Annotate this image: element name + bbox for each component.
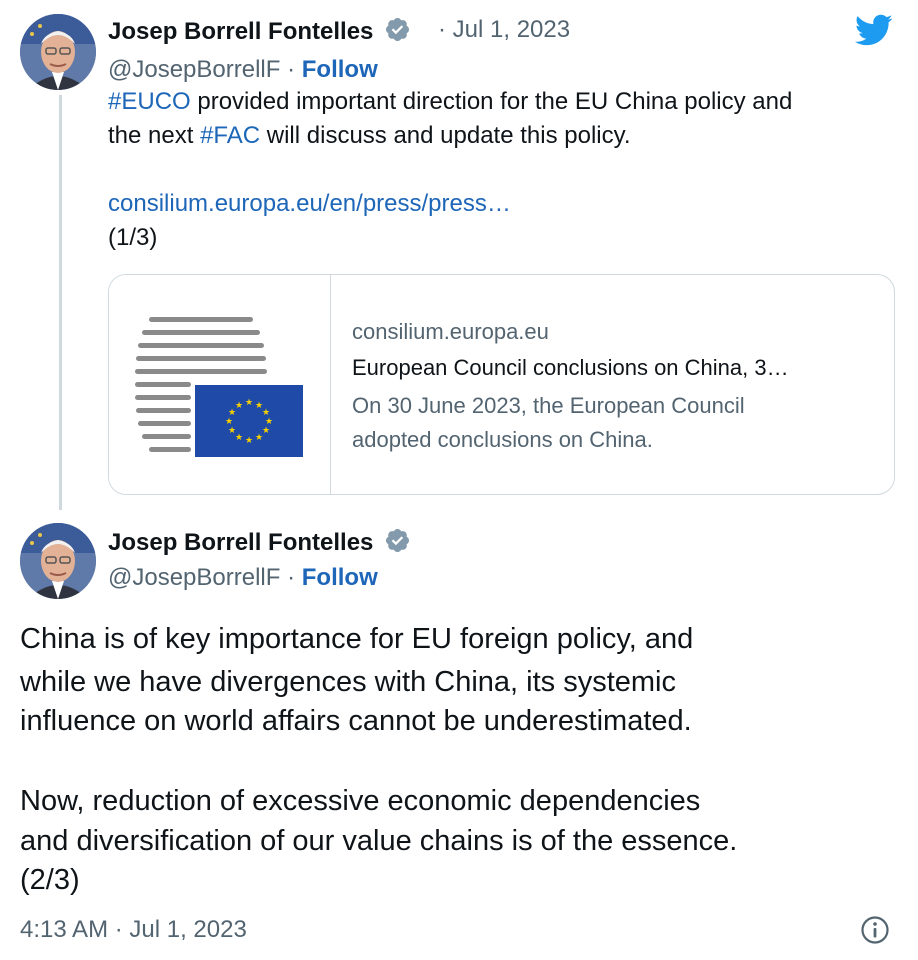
verified-badge-icon [386, 528, 410, 553]
card-thumbnail: ★ ★ ★ ★ ★ ★ ★ ★ ★ ★ ★ ★ [109, 275, 331, 494]
avatar-image [20, 523, 96, 599]
tweet-body-line: influence on world affairs cannot be und… [20, 705, 692, 737]
svg-text:★: ★ [255, 433, 263, 443]
handle[interactable]: @JosepBorrellF [108, 564, 280, 591]
hashtag-euco[interactable]: #EUCO [108, 88, 191, 115]
handle-row: @JosepBorrellF · Follow [108, 56, 378, 84]
tweet-text-line-1: #EUCO provided important direction for t… [108, 85, 792, 119]
avatar-image [20, 14, 96, 90]
press-link[interactable]: consilium.europa.eu/en/press/press… [108, 187, 511, 221]
avatar[interactable] [20, 523, 96, 599]
follow-button[interactable]: Follow [302, 56, 378, 83]
svg-text:★: ★ [262, 426, 270, 436]
tweet-timestamp[interactable]: 4:13 AM · Jul 1, 2023 [20, 916, 247, 944]
date-separator: · [438, 16, 446, 43]
author-name[interactable]: Josep Borrell Fontelles [108, 16, 411, 46]
tweet-text: provided important direction for the EU … [190, 88, 793, 115]
card-description-line-2: adopted conclusions on China. [352, 427, 653, 452]
tweet-body-line: China is of key importance for EU foreig… [20, 623, 694, 655]
svg-text:★: ★ [235, 433, 243, 443]
follow-button[interactable]: Follow [302, 564, 378, 591]
eu-flag [195, 385, 303, 457]
svg-text:★: ★ [245, 436, 253, 446]
tweet-body-line: and diversification of our value chains … [20, 825, 738, 857]
svg-text:★: ★ [228, 426, 236, 436]
follow-separator: · [287, 56, 296, 83]
tweet-date[interactable]: · Jul 1, 2023 [438, 16, 570, 44]
author-name-text[interactable]: Josep Borrell Fontelles [108, 18, 373, 45]
handle-row: @JosepBorrellF · Follow [108, 564, 378, 592]
svg-text:★: ★ [235, 401, 243, 411]
card-domain: consilium.europa.eu [352, 319, 549, 344]
info-icon[interactable] [860, 915, 890, 945]
avatar[interactable] [20, 14, 96, 90]
tweet-text-line-2: the next #FAC will discuss and update th… [108, 119, 631, 153]
thread-counter: (1/3) [108, 224, 158, 251]
card-description-line-1: On 30 June 2023, the European Council [352, 393, 745, 418]
date-text[interactable]: Jul 1, 2023 [453, 16, 570, 43]
svg-text:★: ★ [225, 417, 233, 427]
tweet-body-line: (2/3) [20, 864, 80, 896]
follow-separator: · [287, 564, 296, 591]
verified-badge-icon [386, 17, 410, 42]
author-name[interactable]: Josep Borrell Fontelles [108, 527, 411, 557]
tweet-body-line: while we have divergences with China, it… [20, 666, 676, 698]
tweet-text: the next [108, 122, 201, 149]
author-name-text[interactable]: Josep Borrell Fontelles [108, 529, 373, 556]
handle[interactable]: @JosepBorrellF [108, 56, 280, 83]
twitter-bird-icon[interactable] [855, 14, 893, 48]
svg-text:★: ★ [245, 398, 253, 408]
european-council-logo: ★ ★ ★ ★ ★ ★ ★ ★ ★ ★ ★ ★ [135, 317, 303, 457]
thread-connector [59, 95, 62, 510]
tweet-text: will discuss and update this policy. [260, 122, 631, 149]
link-preview-card[interactable]: ★ ★ ★ ★ ★ ★ ★ ★ ★ ★ ★ ★ consilium.europa… [108, 274, 895, 495]
card-title: European Council conclusions on China, 3… [352, 355, 789, 380]
tweet-body-line: Now, reduction of excessive economic dep… [20, 785, 701, 817]
hashtag-fac[interactable]: #FAC [200, 122, 260, 149]
